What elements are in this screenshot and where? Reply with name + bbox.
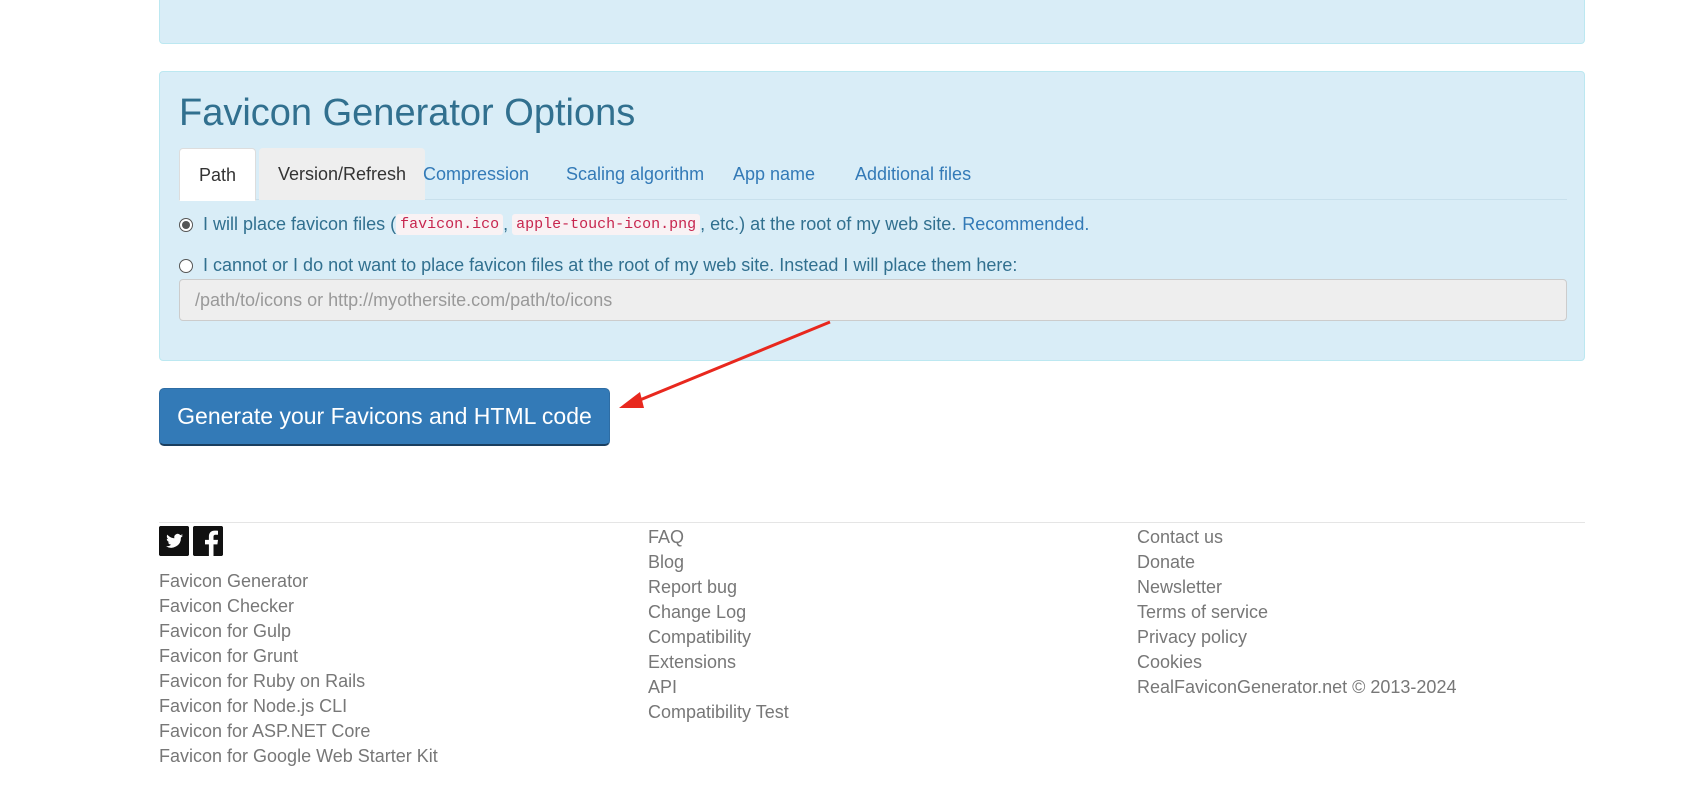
copyright: RealFaviconGenerator.net © 2013-2024 [1137, 677, 1457, 697]
footer-column-resources: FAQ Blog Report bug Change Log Compatibi… [648, 525, 789, 725]
path-custom-radio[interactable] [179, 258, 193, 273]
favicon-ico-code: favicon.ico [396, 214, 504, 235]
footer-link[interactable]: Favicon for Ruby on Rails [159, 669, 438, 694]
favicon-generator-options-panel: Favicon Generator Options Path Version/R… [159, 71, 1585, 361]
path-root-radio[interactable] [179, 217, 193, 232]
footer-link[interactable]: Favicon for Node.js CLI [159, 694, 438, 719]
footer-link[interactable]: Favicon Generator [159, 569, 438, 594]
apple-touch-icon-code: apple-touch-icon.png [512, 214, 701, 235]
footer-divider [159, 522, 1585, 523]
footer-link[interactable]: FAQ [648, 525, 789, 550]
tab-path[interactable]: Path [179, 148, 257, 201]
footer-link[interactable]: Compatibility [648, 625, 789, 650]
path-root-text-after: , etc.) at the root of my web site. [700, 214, 957, 234]
path-custom-option[interactable]: I cannot or I do not want to place favic… [179, 255, 1017, 276]
previous-settings-panel [159, 0, 1585, 44]
footer-link[interactable]: Favicon for Gulp [159, 619, 438, 644]
social-links [159, 526, 223, 556]
options-title: Favicon Generator Options [179, 92, 636, 134]
path-root-text-before: I will place favicon files ( [203, 214, 397, 234]
path-root-separator: , [503, 214, 509, 234]
footer-link[interactable]: Favicon for ASP.NET Core [159, 719, 438, 744]
generate-favicons-button[interactable]: Generate your Favicons and HTML code [159, 388, 610, 446]
footer-link[interactable]: Privacy policy [1137, 625, 1456, 650]
tab-app-name[interactable]: App name [714, 148, 834, 200]
footer-link[interactable]: Compatibility Test [648, 700, 789, 725]
tab-scaling-algorithm[interactable]: Scaling algorithm [547, 148, 723, 200]
recommended-link[interactable]: Recommended. [962, 214, 1089, 235]
footer-link[interactable]: Change Log [648, 600, 789, 625]
tab-version-refresh[interactable]: Version/Refresh [259, 148, 426, 200]
twitter-icon[interactable] [159, 526, 189, 556]
footer-link[interactable]: Terms of service [1137, 600, 1456, 625]
footer-link[interactable]: Favicon Checker [159, 594, 438, 619]
footer-column-products: Favicon Generator Favicon Checker Favico… [159, 569, 438, 769]
tab-additional-files[interactable]: Additional files [836, 148, 990, 200]
footer-link[interactable]: Newsletter [1137, 575, 1456, 600]
footer-link[interactable]: Favicon for Grunt [159, 644, 438, 669]
footer-link[interactable]: Report bug [648, 575, 789, 600]
footer-link[interactable]: Favicon for Google Web Starter Kit [159, 744, 438, 769]
footer-link[interactable]: Blog [648, 550, 789, 575]
tab-compression[interactable]: Compression [404, 148, 548, 200]
options-tabs: Path Version/Refresh Compression Scaling… [179, 148, 1567, 201]
footer-link[interactable]: Cookies [1137, 650, 1456, 675]
path-custom-text: I cannot or I do not want to place favic… [203, 255, 1018, 275]
path-root-option[interactable]: I will place favicon files ( favicon.ico… [179, 214, 1089, 235]
facebook-icon[interactable] [193, 526, 223, 556]
footer-column-about: Contact us Donate Newsletter Terms of se… [1137, 525, 1456, 700]
footer-link[interactable]: Donate [1137, 550, 1456, 575]
annotation-arrow-head [619, 392, 644, 408]
footer-link[interactable]: Contact us [1137, 525, 1456, 550]
footer-link[interactable]: API [648, 675, 789, 700]
icons-path-input[interactable] [179, 279, 1567, 321]
footer-link[interactable]: Extensions [648, 650, 789, 675]
